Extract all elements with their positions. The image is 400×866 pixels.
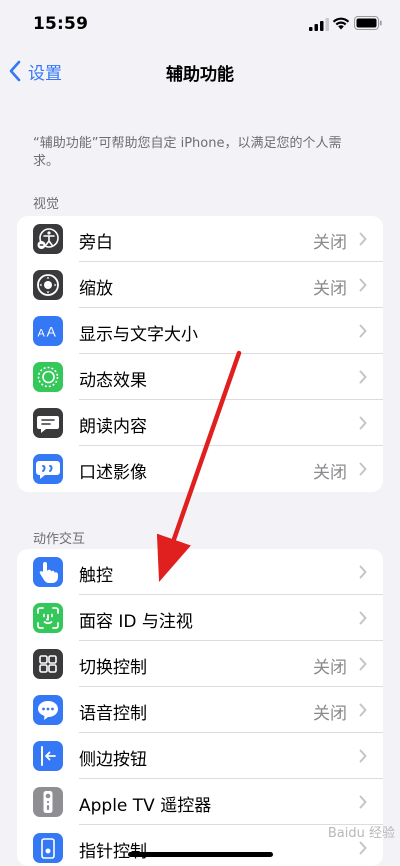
section-header-physical-motor: 动作交互 (33, 532, 86, 547)
setting-label: 口述影像 (79, 463, 147, 483)
touch-icon (33, 557, 63, 587)
audio-descriptions-icon (33, 454, 63, 484)
setting-row-voiceover[interactable]: 旁白 关闭 (17, 216, 383, 262)
battery-icon (354, 16, 382, 30)
setting-label: 指针控制 (79, 842, 147, 862)
setting-value: 关闭 (313, 463, 347, 483)
setting-label: 朗读内容 (79, 417, 147, 437)
chevron-right-icon (359, 611, 367, 625)
page-description: “辅助功能”可帮助您自定 iPhone，以满足您的个人需求。 (33, 136, 342, 169)
setting-value: 关闭 (313, 704, 347, 724)
wifi-icon (332, 17, 350, 30)
vision-settings-group: 旁白 关闭 缩放 关闭 AA 显示与文字大小 动态效果 朗读内容 口述影像 关闭 (17, 216, 383, 492)
setting-row-zoom[interactable]: 缩放 关闭 (17, 262, 383, 308)
cellular-signal-icon (309, 18, 329, 31)
chevron-right-icon (359, 278, 367, 292)
chevron-right-icon (359, 232, 367, 246)
pointer-control-icon (33, 833, 63, 863)
setting-value: 关闭 (313, 658, 347, 678)
page-title: 辅助功能 (166, 65, 234, 85)
setting-label: 显示与文字大小 (79, 325, 198, 345)
motion-icon (33, 362, 63, 392)
chevron-right-icon (359, 370, 367, 384)
chevron-right-icon (359, 565, 367, 579)
watermark: Baidu 经验 (327, 826, 395, 841)
setting-row-display-text-size[interactable]: AA 显示与文字大小 (17, 308, 383, 354)
setting-label: 切换控制 (79, 658, 147, 678)
chevron-right-icon (359, 462, 367, 476)
setting-value: 关闭 (313, 233, 347, 253)
chevron-right-icon (359, 795, 367, 809)
chevron-right-icon (359, 416, 367, 430)
face-id-icon (33, 603, 63, 633)
home-indicator (128, 852, 273, 857)
chevron-right-icon (359, 324, 367, 338)
setting-row-audio-descriptions[interactable]: 口述影像 关闭 (17, 446, 383, 492)
setting-row-voice-control[interactable]: 语音控制 关闭 (17, 687, 383, 733)
chevron-right-icon (359, 703, 367, 717)
text-size-icon: AA (33, 316, 63, 346)
setting-label: 侧边按钮 (79, 750, 147, 770)
setting-row-side-button[interactable]: 侧边按钮 (17, 733, 383, 779)
setting-row-motion[interactable]: 动态效果 (17, 354, 383, 400)
setting-label: 语音控制 (79, 704, 147, 724)
motor-settings-group: 触控 面容 ID 与注视 切换控制 关闭 语音控制 关闭 侧边按钮 Apple … (17, 549, 383, 866)
setting-label: Apple TV 遥控器 (79, 796, 212, 816)
status-time: 15:59 (33, 14, 89, 34)
chevron-right-icon (359, 749, 367, 763)
zoom-icon (33, 270, 63, 300)
apple-tv-remote-icon (33, 787, 63, 817)
setting-label: 缩放 (79, 279, 113, 299)
navigation-bar: 设置 辅助功能 (0, 48, 400, 94)
svg-text:A: A (38, 328, 46, 340)
setting-value: 关闭 (313, 279, 347, 299)
status-bar: 15:59 (0, 0, 400, 48)
svg-text:A: A (47, 324, 57, 340)
chevron-right-icon (359, 657, 367, 671)
setting-label: 触控 (79, 566, 113, 586)
setting-row-face-id-attention[interactable]: 面容 ID 与注视 (17, 595, 383, 641)
setting-row-touch[interactable]: 触控 (17, 549, 383, 595)
setting-label: 旁白 (79, 233, 113, 253)
spoken-content-icon (33, 408, 63, 438)
voiceover-icon (33, 224, 63, 254)
setting-label: 面容 ID 与注视 (79, 612, 193, 632)
setting-row-spoken-content[interactable]: 朗读内容 (17, 400, 383, 446)
setting-row-apple-tv-remote[interactable]: Apple TV 遥控器 (17, 779, 383, 825)
section-header-vision: 视觉 (33, 197, 60, 212)
setting-row-switch-control[interactable]: 切换控制 关闭 (17, 641, 383, 687)
voice-control-icon (33, 695, 63, 725)
switch-control-icon (33, 649, 63, 679)
setting-label: 动态效果 (79, 371, 147, 391)
side-button-icon (33, 741, 63, 771)
